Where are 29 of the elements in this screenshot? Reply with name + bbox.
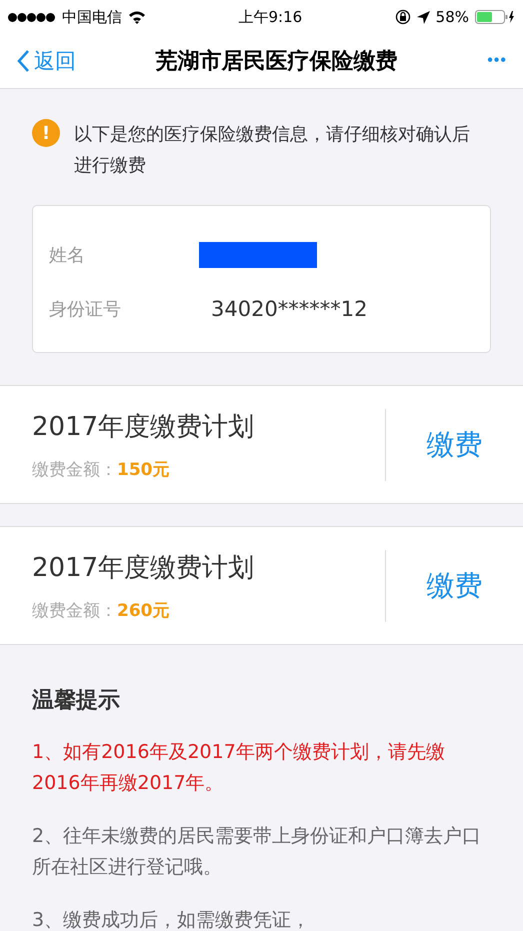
signal-icon: [8, 12, 56, 22]
more-button[interactable]: •••: [487, 52, 507, 70]
tips-heading: 温馨提示: [32, 687, 121, 715]
page-title: 芜湖市居民医疗保险缴费: [154, 48, 399, 76]
pay-button[interactable]: 缴费: [385, 408, 523, 480]
amount-value: 150元: [117, 458, 170, 480]
notice-text: 以下是您的医疗保险缴费信息，请仔细核对确认后进行缴费: [74, 123, 471, 178]
amount-label: 缴费金额：: [32, 600, 117, 622]
battery-icon: [475, 9, 515, 25]
wifi-icon: [128, 10, 146, 24]
pay-button[interactable]: 缴费: [385, 550, 523, 622]
location-arrow-icon: [416, 10, 430, 24]
amount-value: 260元: [117, 600, 170, 622]
field-label: 身份证号: [49, 298, 122, 320]
battery-percent: 58%: [436, 8, 469, 26]
amount-label: 缴费金额：: [32, 458, 117, 480]
plan-title: 2017年度缴费计划: [32, 410, 256, 444]
tip-text: 1、如有2016年及2017年两个缴费计划，请先缴2016年再缴2017年。: [32, 740, 446, 796]
tip-text: 2、往年未缴费的居民需要带上身份证和户口簿去户口所在社区进行登记哦。: [32, 824, 482, 880]
plan-title: 2017年度缴费计划: [32, 552, 256, 584]
rotation-lock-icon: [394, 9, 411, 25]
warning-icon: !: [32, 119, 60, 147]
field-value: 34020******12: [210, 296, 369, 320]
tip-text: 3、缴费成功后，如需缴费凭证，: [32, 908, 312, 931]
back-button[interactable]: 返回: [16, 47, 76, 75]
status-time: 上午9:16: [238, 8, 302, 26]
carrier-name: 中国电信: [62, 8, 122, 26]
chevron-left-icon: [16, 49, 30, 73]
field-label: 姓名: [49, 244, 86, 266]
